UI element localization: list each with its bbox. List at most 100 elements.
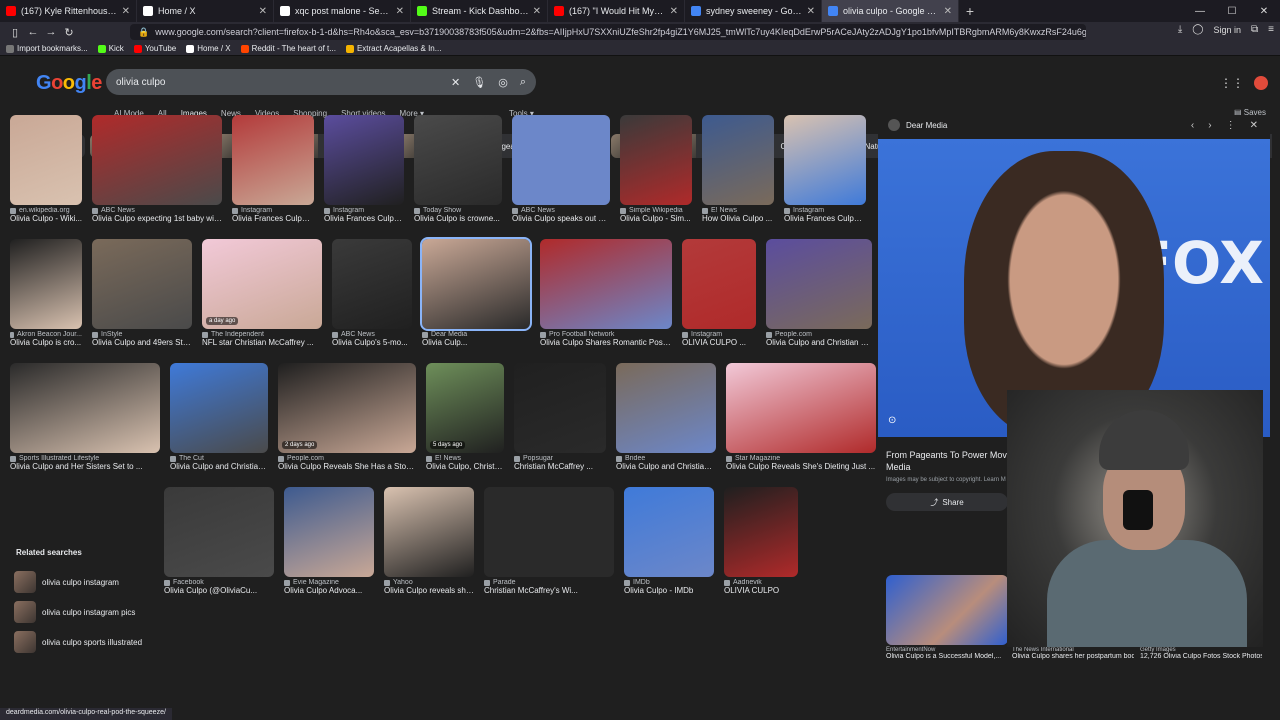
search-icon[interactable]: ⌕	[520, 76, 526, 89]
result-caption[interactable]: Olivia Culpo and Christian M...	[766, 338, 872, 347]
tab-close-icon[interactable]: ✕	[944, 6, 952, 17]
result-caption[interactable]: Olivia Culpo and Her Sisters Set to ...	[10, 462, 160, 471]
result-caption[interactable]: Olivia Culpo - IMDb	[624, 586, 714, 595]
result-thumbnail[interactable]	[512, 115, 610, 205]
browser-tab[interactable]: (167) "I Would Hit Myself In Th ✕	[548, 0, 685, 22]
image-result[interactable]: ABC News Olivia Culpo expecting 1st baby …	[92, 115, 222, 223]
image-result[interactable]: 5 days ago E! News Olivia Culpo, Christia.…	[426, 363, 504, 471]
result-thumbnail[interactable]	[726, 363, 876, 453]
result-thumbnail[interactable]	[540, 239, 672, 329]
result-caption[interactable]: NFL star Christian McCaffrey ...	[202, 338, 322, 347]
related-caption[interactable]: Olivia Culpo shares her postpartum bod..…	[1012, 653, 1134, 660]
image-result[interactable]: Star Magazine Olivia Culpo Reveals She's …	[726, 363, 876, 471]
tab-close-icon[interactable]: ✕	[533, 6, 541, 17]
related-caption[interactable]: 12,726 Olivia Culpo Fotos Stock Photos,.…	[1140, 653, 1262, 660]
extensions-icon[interactable]: ⧉	[1251, 24, 1258, 35]
download-icon[interactable]: ⤓	[1178, 24, 1182, 35]
image-result[interactable]: IMDb Olivia Culpo - IMDb	[624, 487, 714, 595]
result-thumbnail[interactable]	[10, 239, 82, 329]
lens-search-icon[interactable]: ⊙	[888, 415, 896, 426]
image-result[interactable]: Simple Wikipedia Olivia Culpo - Sim...	[620, 115, 692, 223]
browser-tab[interactable]: Stream - Kick Dashboard ✕	[411, 0, 548, 22]
url-bar[interactable]: 🔒 www.google.com/search?client=firefox-b…	[130, 24, 1086, 40]
image-result[interactable]: Bridee Olivia Culpo and Christian ...	[616, 363, 716, 471]
avatar[interactable]	[1254, 76, 1268, 90]
mic-icon[interactable]: 🎙	[472, 76, 486, 89]
image-result[interactable]: Facebook Olivia Culpo (@OliviaCu...	[164, 487, 274, 595]
result-caption[interactable]: Olivia Culpo and 49ers Star...	[92, 338, 192, 347]
result-thumbnail[interactable]	[616, 363, 716, 453]
bookmark-item[interactable]: YouTube	[133, 44, 176, 53]
image-result[interactable]: People.com Olivia Culpo and Christian M..…	[766, 239, 872, 347]
apps-icon[interactable]: ⋮⋮	[1220, 76, 1244, 90]
image-result[interactable]: 2 days ago People.com Olivia Culpo Reveals…	[278, 363, 416, 471]
bookmark-item[interactable]: Reddit - The heart of t...	[240, 44, 336, 53]
search-input[interactable]: olivia culpo	[116, 77, 439, 88]
result-caption[interactable]: Olivia Culpo is crowne...	[414, 214, 502, 223]
result-caption[interactable]: Olivia Culpo - Wiki...	[10, 214, 82, 223]
related-image[interactable]	[886, 575, 1008, 645]
result-caption[interactable]: Olivia Culp...	[422, 338, 530, 347]
result-caption[interactable]: Olivia Culpo, Christia...	[426, 462, 504, 471]
related-item[interactable]: olivia culpo instagram	[10, 567, 152, 597]
image-result[interactable]: InStyle Olivia Culpo and 49ers Star...	[92, 239, 192, 347]
result-thumbnail[interactable]	[784, 115, 866, 205]
account-icon[interactable]: ◯	[1192, 24, 1203, 35]
image-result[interactable]: Instagram Olivia Frances Culpo ...	[324, 115, 404, 223]
menu-icon[interactable]: ≡	[1268, 24, 1274, 35]
image-result[interactable]: Popsugar Christian McCaffrey ...	[514, 363, 606, 471]
forward-icon[interactable]: →	[42, 26, 60, 38]
result-thumbnail[interactable]	[92, 239, 192, 329]
bookmark-item[interactable]: Extract Acapellas & In...	[345, 44, 441, 53]
clear-icon[interactable]: ✕	[451, 76, 460, 89]
result-thumbnail[interactable]	[484, 487, 614, 577]
image-result[interactable]: Today Show Olivia Culpo is crowne...	[414, 115, 502, 223]
image-result[interactable]: Instagram Olivia Frances Culpo ...	[232, 115, 314, 223]
related-item[interactable]: olivia culpo sports illustrated	[10, 627, 152, 657]
result-caption[interactable]: How Olivia Culpo ...	[702, 214, 774, 223]
bookmark-item[interactable]: Home / X	[186, 44, 231, 53]
result-thumbnail[interactable]	[284, 487, 374, 577]
prev-icon[interactable]: ‹	[1191, 120, 1194, 131]
more-icon[interactable]: ⋮	[1226, 120, 1236, 131]
tab-close-icon[interactable]: ✕	[670, 6, 678, 17]
close-window-icon[interactable]: ✕	[1248, 6, 1280, 17]
image-result[interactable]: E! News How Olivia Culpo ...	[702, 115, 774, 223]
result-thumbnail[interactable]	[232, 115, 314, 205]
tab-close-icon[interactable]: ✕	[122, 6, 130, 17]
result-thumbnail[interactable]	[10, 363, 160, 453]
new-tab-icon[interactable]: +	[959, 3, 981, 19]
browser-tab[interactable]: olivia culpo - Google Search ✕	[822, 0, 959, 22]
tab-close-icon[interactable]: ✕	[259, 6, 267, 17]
result-caption[interactable]: Olivia Frances Culpo ...	[784, 214, 866, 223]
result-thumbnail[interactable]	[10, 115, 82, 205]
image-result[interactable]: ABC News Olivia Culpo speaks out af...	[512, 115, 610, 223]
share-button[interactable]: ⤴ Share	[886, 493, 1008, 511]
result-thumbnail[interactable]	[92, 115, 222, 205]
sidebar-icon[interactable]: ▯	[6, 26, 24, 39]
result-thumbnail[interactable]	[682, 239, 756, 329]
result-thumbnail[interactable]: 2 days ago	[278, 363, 416, 453]
bookmark-item[interactable]: Import bookmarks...	[6, 44, 88, 53]
search-box[interactable]: olivia culpo ✕ 🎙 ◎ ⌕	[106, 69, 536, 95]
result-thumbnail[interactable]	[414, 115, 502, 205]
result-thumbnail[interactable]	[514, 363, 606, 453]
result-caption[interactable]: Christian McCaffrey ...	[514, 462, 606, 471]
signin-button[interactable]: Sign in	[1213, 25, 1241, 35]
browser-tab[interactable]: Home / X ✕	[137, 0, 274, 22]
related-caption[interactable]: Olivia Culpo is a Successful Model,...	[886, 653, 1008, 660]
result-caption[interactable]: Olivia Culpo speaks out af...	[512, 214, 610, 223]
result-caption[interactable]: Olivia Culpo's 5-mo...	[332, 338, 412, 347]
result-thumbnail[interactable]	[324, 115, 404, 205]
image-result[interactable]: Aadnevik OLIVIA CULPO	[724, 487, 798, 595]
result-thumbnail[interactable]	[766, 239, 872, 329]
image-result[interactable]: Instagram OLIVIA CULPO ...	[682, 239, 756, 347]
result-caption[interactable]: Olivia Culpo - Sim...	[620, 214, 692, 223]
related-item[interactable]: olivia culpo instagram pics	[10, 597, 152, 627]
tab-close-icon[interactable]: ✕	[807, 6, 815, 17]
reload-icon[interactable]: ↻	[60, 26, 78, 39]
back-icon[interactable]: ←	[24, 26, 42, 38]
image-result[interactable]: Parade Christian McCaffrey's Wi...	[484, 487, 614, 595]
result-caption[interactable]: Olivia Culpo Reveals She Has a Storag...	[278, 462, 416, 471]
result-thumbnail[interactable]	[724, 487, 798, 577]
